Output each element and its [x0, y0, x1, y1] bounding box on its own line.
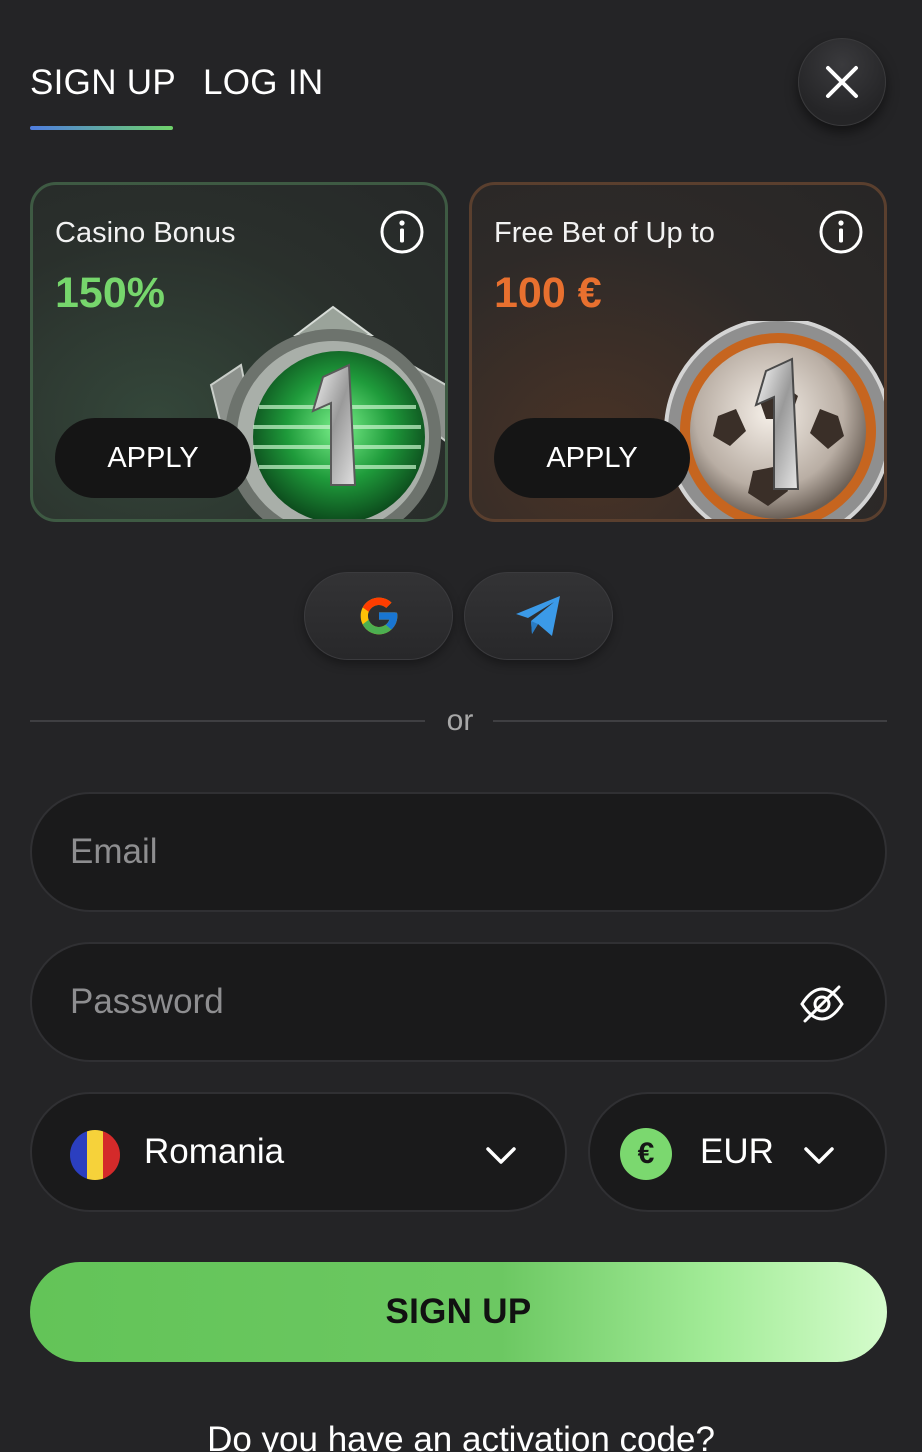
country-value: Romania [144, 1132, 285, 1171]
eye-off-icon[interactable] [799, 981, 845, 1027]
bonus-amount: 100 € [494, 269, 602, 317]
euro-icon: € [620, 1128, 672, 1180]
chevron-down-icon [804, 1147, 834, 1164]
bonus-amount: 150% [55, 269, 165, 317]
currency-value: EUR [700, 1132, 774, 1171]
password-input[interactable] [70, 944, 770, 1060]
telegram-sign-in-button[interactable] [464, 572, 613, 660]
apply-casino-bonus-button[interactable]: APPLY [55, 418, 251, 498]
telegram-icon [515, 596, 560, 636]
green-medal-illustration [209, 305, 445, 519]
active-tab-indicator [30, 126, 173, 130]
bonus-title: Free Bet of Up to [494, 217, 715, 249]
password-field-container [30, 942, 887, 1062]
bonus-title: Casino Bonus [55, 217, 236, 249]
divider-text: or [446, 704, 474, 737]
sign-up-button[interactable]: SIGN UP [30, 1262, 887, 1362]
chevron-down-icon [486, 1147, 516, 1164]
email-field-container [30, 792, 887, 912]
google-sign-in-button[interactable] [304, 572, 453, 660]
divider-left [30, 720, 425, 722]
romania-flag-icon [70, 1130, 120, 1180]
email-input[interactable] [70, 794, 770, 910]
currency-select[interactable]: € EUR [588, 1092, 887, 1212]
soccer-ball-medal-illustration [664, 321, 884, 519]
casino-bonus-card: Casino Bonus 150% APPLY [30, 182, 448, 522]
country-select[interactable]: Romania [30, 1092, 567, 1212]
tab-log-in[interactable]: LOG IN [203, 62, 323, 104]
close-icon [826, 66, 858, 98]
close-button[interactable] [798, 38, 886, 126]
apply-free-bet-button[interactable]: APPLY [494, 418, 690, 498]
divider-right [493, 720, 887, 722]
free-bet-card: Free Bet of Up to 100 € APPLY [469, 182, 887, 522]
google-icon [360, 597, 397, 635]
info-icon[interactable] [379, 209, 425, 255]
info-icon[interactable] [818, 209, 864, 255]
activation-code-link[interactable]: Do you have an activation code? [0, 1420, 922, 1452]
tab-sign-up[interactable]: SIGN UP [30, 62, 176, 104]
